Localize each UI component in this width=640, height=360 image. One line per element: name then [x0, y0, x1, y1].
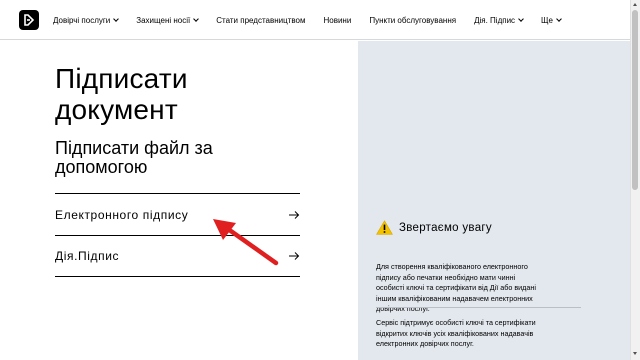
option-label: Дія.Підпис: [55, 249, 120, 263]
nav-item-label: Захищені носії: [136, 15, 191, 25]
notice-line: особисті ключі та сертифікати від Дії аб…: [376, 283, 536, 292]
option-label: Електронного підпису: [55, 207, 189, 222]
nav-item-label: Новини: [323, 15, 352, 25]
page-title-line: документ: [55, 94, 178, 125]
notice-line: довірчих послуг.: [376, 304, 430, 313]
section-subtitle: Підписати файл за допомогою: [55, 139, 295, 177]
nav-item-diia-signature[interactable]: Дія. Підпис: [474, 15, 524, 25]
nav-item-news[interactable]: Новини: [323, 16, 351, 25]
notice-line: електронних довірчих послуг.: [376, 339, 474, 348]
notice-title: Звертаємо увагу: [399, 221, 492, 234]
notice-paragraph: Сервіс підтримує особисті ключі та серти…: [376, 318, 586, 350]
notice-heading: Звертаємо увагу: [376, 220, 492, 235]
notice-line: Сервіс підтримує особисті ключі та серти…: [376, 318, 536, 327]
notice-divider: [376, 307, 581, 308]
chevron-down-icon: [518, 16, 524, 22]
top-navigation-bar: Довірчі послуги Захищені носії Стати пре…: [0, 0, 640, 40]
notice-line: іншим кваліфікованим надавачем електронн…: [376, 293, 533, 303]
notice-line: підпису або печатки необхідно мати чинні: [376, 272, 516, 282]
page-title: Підписати документ: [55, 63, 315, 125]
arrow-right-icon: [289, 252, 300, 260]
nav-item-label: Ще: [541, 15, 553, 25]
nav-item-trust-services[interactable]: Довірчі послуги: [53, 15, 120, 25]
page-title-line: Підписати: [55, 63, 188, 94]
scrollbar-thumb[interactable]: [632, 10, 638, 190]
main-menu: Довірчі послуги Захищені носії Стати пре…: [53, 0, 579, 40]
notice-line: Для створення кваліфікованого електронно…: [376, 262, 528, 271]
nav-item-label: Стати представництвом: [216, 15, 306, 25]
chevron-down-icon: [193, 16, 200, 22]
scroll-up-arrow-icon[interactable]: [633, 3, 637, 6]
nav-item-label: Довірчі послуги: [53, 15, 111, 25]
nav-item-service-points[interactable]: Пункти обслуговування: [369, 16, 456, 25]
scroll-down-arrow-icon[interactable]: [633, 352, 637, 355]
subtitle-line: Підписати файл за: [55, 138, 213, 158]
annotation-arrow-icon: [213, 219, 279, 266]
nav-item-secure-media[interactable]: Захищені носії: [136, 15, 200, 25]
nav-item-label: Дія. Підпис: [474, 15, 516, 25]
nav-item-become-representative[interactable]: Стати представництвом: [216, 16, 305, 25]
chevron-down-icon: [556, 16, 562, 22]
notice-line: відкритих ключів усіх кваліфікованих над…: [376, 328, 534, 338]
nav-item-label: Пункти обслуговування: [369, 15, 457, 25]
arrow-right-icon: [289, 210, 300, 219]
subtitle-line: допомогою: [55, 157, 148, 177]
warning-icon: [376, 220, 393, 235]
nav-item-more[interactable]: Ще: [541, 15, 562, 25]
diia-logo-icon[interactable]: [19, 10, 39, 30]
chevron-down-icon: [113, 16, 120, 22]
